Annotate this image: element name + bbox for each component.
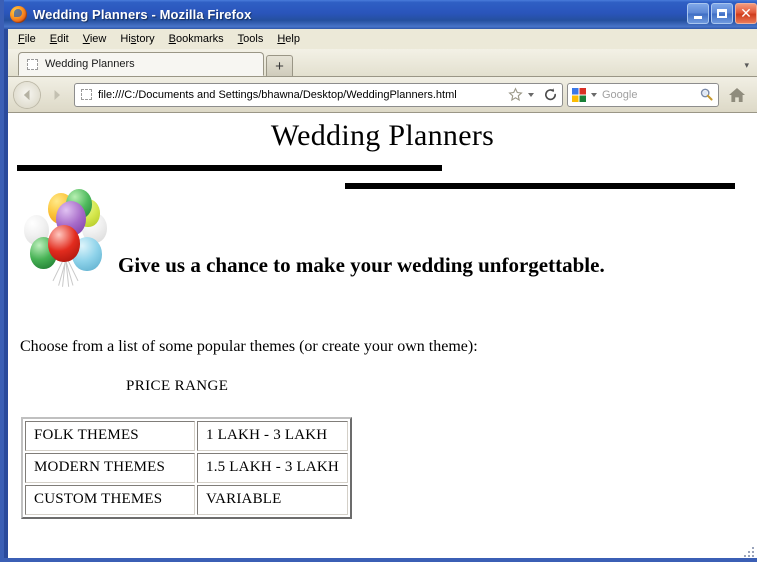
theme-cell: FOLK THEMES [25,421,195,451]
bookmark-star-icon[interactable] [508,87,523,102]
maximize-icon [717,9,727,18]
maximize-button[interactable] [711,3,733,24]
status-bar [8,547,757,558]
themes-table-body: FOLK THEMES 1 LAKH - 3 LAKH MODERN THEME… [25,421,348,515]
balloon-red [48,225,80,262]
page-title: Wedding Planners [270,119,495,152]
menu-item-history[interactable]: History [120,33,154,45]
price-cell: VARIABLE [197,485,348,515]
balloons-image [22,189,114,291]
table-row: CUSTOM THEMES VARIABLE [25,485,348,515]
tab-strip: Wedding Planners + ▾ [8,49,757,77]
url-text: file:///C:/Documents and Settings/bhawna… [98,88,457,101]
back-arrow-icon [24,89,30,100]
menu-item-view[interactable]: View [83,33,107,45]
navigation-toolbar: file:///C:/Documents and Settings/bhawna… [8,77,757,113]
new-tab-button[interactable]: + [266,55,293,76]
menu-bar: File Edit View History Bookmarks Tools H… [8,29,757,49]
choose-theme-text: Choose from a list of some popular theme… [20,338,478,355]
theme-cell: MODERN THEMES [25,453,195,483]
url-favicon-icon [81,89,92,100]
close-button[interactable]: ✕ [735,3,757,24]
window-controls: ✕ [687,3,757,24]
forward-arrow-icon [54,89,60,100]
home-button[interactable] [723,82,751,108]
horizontal-rule-bottom [345,183,735,189]
resize-grip[interactable] [742,545,754,557]
home-icon [729,87,745,102]
firefox-logo-icon [10,6,27,23]
themes-table: FOLK THEMES 1 LAKH - 3 LAKH MODERN THEME… [21,417,352,519]
table-row: FOLK THEMES 1 LAKH - 3 LAKH [25,421,348,451]
theme-cell: CUSTOM THEMES [25,485,195,515]
minimize-button[interactable] [687,3,709,24]
search-input[interactable]: Google [602,89,695,101]
hero-section: Give us a chance to make your wedding un… [8,189,757,303]
table-row: MODERN THEMES 1.5 LAKH - 3 LAKH [25,453,348,483]
menu-item-file[interactable]: File [18,33,36,45]
page-content: Wedding Planners Give us a chance to mak… [8,113,757,547]
title-bar: Wedding Planners - Mozilla Firefox ✕ [4,0,757,29]
tab-wedding-planners[interactable]: Wedding Planners [18,52,264,76]
window-title: Wedding Planners - Mozilla Firefox [33,7,252,22]
reload-icon[interactable] [543,87,558,102]
menu-item-bookmarks[interactable]: Bookmarks [169,33,224,45]
close-icon: ✕ [740,5,752,22]
browser-window: Wedding Planners - Mozilla Firefox ✕ Fil… [0,0,757,562]
tab-favicon-icon [27,58,38,70]
search-bar[interactable]: Google [567,82,719,107]
price-cell: 1.5 LAKH - 3 LAKH [197,453,348,483]
menu-item-tools[interactable]: Tools [238,33,264,45]
menu-item-help[interactable]: Help [277,33,300,45]
price-range-caption: PRICE RANGE [126,378,229,394]
minimize-icon [694,15,702,19]
tagline: Give us a chance to make your wedding un… [118,253,605,277]
tab-label: Wedding Planners [45,58,135,70]
url-bar[interactable]: file:///C:/Documents and Settings/bhawna… [74,82,563,107]
forward-button[interactable] [44,82,70,108]
search-engine-chevron-icon[interactable] [591,92,597,97]
menu-item-edit[interactable]: Edit [50,33,69,45]
magnifier-icon[interactable] [699,87,714,102]
horizontal-rule-top [17,165,442,171]
back-button[interactable] [14,81,40,108]
chevron-down-icon[interactable] [528,92,534,97]
browser-chrome: File Edit View History Bookmarks Tools H… [8,29,757,113]
price-cell: 1 LAKH - 3 LAKH [197,421,348,451]
google-icon [572,87,586,102]
list-all-tabs-button[interactable]: ▾ [744,60,757,76]
